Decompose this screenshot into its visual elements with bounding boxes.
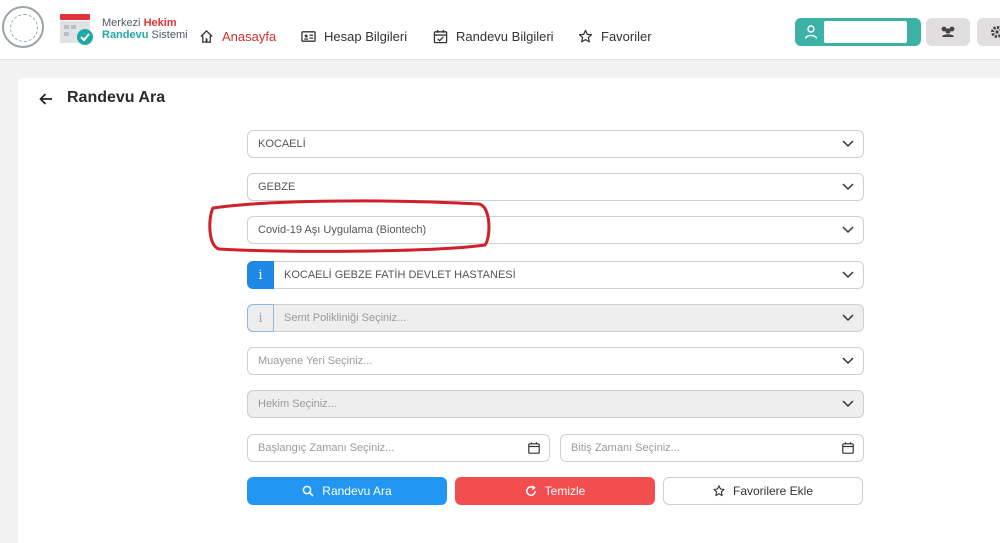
hastane-value: KOCAELİ GEBZE FATİH DEVLET HASTANESİ [284,269,516,281]
brand-text-highlight: Randevu [102,29,149,41]
chevron-down-icon [842,183,854,191]
randevu-ara-button[interactable]: Randevu Ara [247,477,447,505]
hekim-select[interactable]: Hekim Seçiniz... [247,390,864,418]
user-icon [804,25,818,39]
il-select[interactable]: KOCAELİ [247,130,864,158]
calendar-icon[interactable] [528,442,540,454]
gear-icon [991,26,1000,38]
search-icon [302,485,314,497]
nav-label: Anasayfa [222,28,277,44]
temizle-button[interactable]: Temizle [455,477,655,505]
favorilere-ekle-button[interactable]: Favorilere Ekle [663,477,863,505]
il-value: KOCAELİ [258,138,306,150]
id-card-icon [301,30,316,42]
nav-item-hesap-bilgileri[interactable]: Hesap Bilgileri [301,26,407,46]
chevron-down-icon [842,357,854,365]
hekim-placeholder: Hekim Seçiniz... [258,398,337,410]
muayene-yeri-select[interactable]: Muayene Yeri Seçiniz... [247,347,864,375]
nav-label: Hesap Bilgileri [324,28,408,44]
button-label: Temizle [544,484,586,498]
mhrs-logo-icon [60,14,93,45]
family-members-button[interactable] [926,18,970,46]
nav-label: Favoriler [601,28,652,44]
refresh-icon [525,485,536,496]
bitis-placeholder: Bitiş Zamanı Seçiniz... [571,442,680,454]
brand-text-highlight: Hekim [143,17,177,29]
annotation-highlight-ellipse [208,199,491,253]
ministry-seal-logo [2,6,44,48]
user-menu-button[interactable] [795,18,921,46]
nav-item-anasayfa[interactable]: Anasayfa [199,26,276,46]
chevron-down-icon [842,271,854,279]
semt-poliklinigi-select[interactable]: i Semt Polikliniği Seçiniz... [247,304,864,332]
back-arrow-icon[interactable] [37,90,55,108]
hastane-select[interactable]: i KOCAELİ GEBZE FATİH DEVLET HASTANESİ [247,261,864,289]
info-icon: i [247,304,274,332]
ilce-select[interactable]: GEBZE [247,173,864,201]
button-label: Randevu Ara [322,484,392,498]
calendar-check-icon [433,29,448,43]
chevron-down-icon [842,226,854,234]
baslangic-date-input[interactable]: Başlangıç Zamanı Seçiniz... [247,434,550,462]
brand-name: Merkezi Hekim Randevu Sistemi [102,17,188,41]
user-name-field [824,21,907,43]
button-label: Favorilere Ekle [732,484,814,498]
chevron-down-icon [842,400,854,408]
chevron-down-icon [842,314,854,322]
star-icon [578,29,593,42]
users-group-icon [941,26,955,37]
calendar-icon[interactable] [842,442,854,454]
muayene-placeholder: Muayene Yeri Seçiniz... [258,355,373,367]
page-title: Randevu Ara [67,89,166,106]
nav-item-randevu-bilgileri[interactable]: Randevu Bilgileri [433,26,554,46]
bitis-date-input[interactable]: Bitiş Zamanı Seçiniz... [560,434,864,462]
brand-text: Merkezi [102,17,144,29]
chevron-down-icon [842,140,854,148]
ilce-value: GEBZE [258,181,296,193]
baslangic-placeholder: Başlangıç Zamanı Seçiniz... [258,442,395,454]
home-icon [200,29,213,43]
nav-label: Randevu Bilgileri [456,28,554,44]
nav-item-favoriler[interactable]: Favoriler [578,26,652,46]
brand-text: Sistemi [148,29,188,41]
settings-button[interactable] [977,18,1000,46]
top-navbar: Merkezi Hekim Randevu Sistemi Anasayfa H… [0,0,1000,60]
star-icon [713,485,725,497]
info-icon[interactable]: i [247,261,274,289]
semt-placeholder: Semt Polikliniği Seçiniz... [284,312,407,324]
